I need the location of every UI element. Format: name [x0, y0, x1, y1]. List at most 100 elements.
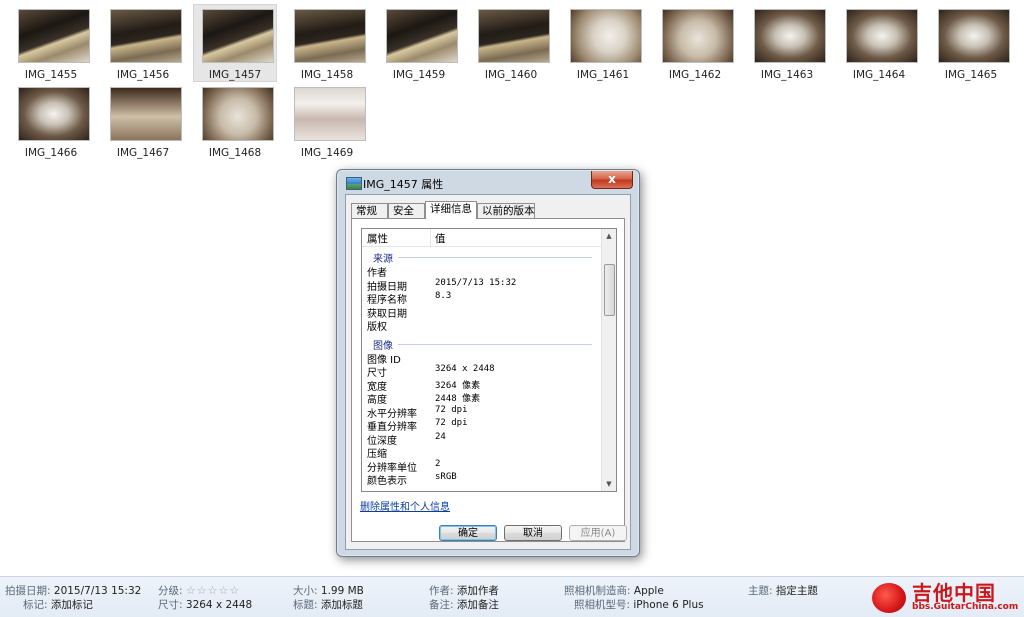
property-list[interactable]: 属性 值 来源 作者 拍摄日期 2015/7/13 15:32 程序名称 8.3 获取日期版… [361, 228, 617, 492]
property-value[interactable]: sRGB [435, 472, 457, 482]
remove-properties-link[interactable]: 删除属性和个人信息 [360, 498, 450, 513]
property-row[interactable]: 颜色表示 sRGB [362, 472, 602, 487]
property-row[interactable]: 图像 ID [362, 351, 602, 366]
file-name[interactable]: IMG_1466 [5, 147, 97, 159]
detail-rating: 分级: ☆☆☆☆☆ [158, 584, 241, 597]
laptop-photo-image[interactable] [294, 9, 366, 63]
wrap-photo-image[interactable] [846, 9, 918, 63]
file-thumbnail[interactable]: IMG_1455 [10, 5, 92, 81]
detail-dimensions: 尺寸: 3264 x 2448 [158, 599, 253, 611]
property-row[interactable]: 压缩 [362, 445, 602, 460]
column-divider[interactable] [430, 229, 431, 246]
file-thumbnail[interactable]: IMG_1469 [286, 83, 368, 159]
cancel-button[interactable]: 取消 [504, 525, 562, 541]
laptop-photo-image[interactable] [202, 9, 274, 63]
file-name[interactable]: IMG_1455 [5, 69, 97, 81]
group-label: 图像 [373, 340, 393, 352]
details-panel: 属性 值 来源 作者 拍摄日期 2015/7/13 15:32 程序名称 8.3 获取日期版… [351, 218, 625, 542]
file-thumbnail[interactable]: IMG_1467 [102, 83, 184, 159]
file-thumbnail[interactable]: IMG_1464 [838, 5, 920, 81]
file-name[interactable]: IMG_1461 [557, 69, 649, 81]
file-name[interactable]: IMG_1457 [189, 69, 281, 81]
scroll-thumb[interactable] [604, 264, 615, 316]
file-thumbnail[interactable]: IMG_1459 [378, 5, 460, 81]
property-name: 版权 [367, 322, 387, 333]
list-scrollbar[interactable]: ▲ ▼ [601, 229, 616, 491]
file-thumbnail[interactable]: IMG_1461 [562, 5, 644, 81]
property-row[interactable]: 位深度 24 [362, 432, 602, 447]
column-header-property[interactable]: 属性 [367, 231, 388, 246]
package-photo-image[interactable] [110, 87, 182, 141]
scroll-down-icon[interactable]: ▼ [602, 477, 616, 491]
laptop-photo-image[interactable] [110, 9, 182, 63]
property-row[interactable]: 分辨率单位 2 [362, 459, 602, 474]
file-thumbnail[interactable]: IMG_1456 [102, 5, 184, 81]
property-row[interactable]: 作者 [362, 264, 602, 279]
property-value[interactable]: 72 dpi [435, 418, 468, 428]
property-value[interactable]: 3264 x 2448 [435, 364, 495, 374]
tab-security[interactable]: 安全 [388, 203, 425, 218]
laptop-photo-image[interactable] [386, 9, 458, 63]
column-header-value[interactable]: 值 [435, 231, 446, 246]
property-value[interactable]: 8.3 [435, 291, 451, 301]
box-photo-image[interactable] [662, 9, 734, 63]
file-name[interactable]: IMG_1458 [281, 69, 373, 81]
close-button[interactable]: x [591, 171, 633, 189]
rating-stars-icon[interactable]: ☆☆☆☆☆ [186, 584, 240, 597]
file-name[interactable]: IMG_1463 [741, 69, 833, 81]
file-name[interactable]: IMG_1459 [373, 69, 465, 81]
file-thumbnail[interactable]: IMG_1458 [286, 5, 368, 81]
box-photo-image[interactable] [570, 9, 642, 63]
laptop-photo-image[interactable] [478, 9, 550, 63]
wrap-photo-image[interactable] [18, 87, 90, 141]
wrap-photo-image[interactable] [938, 9, 1010, 63]
property-row[interactable]: 高度 2448 像素 [362, 391, 602, 406]
property-value[interactable]: 2 [435, 459, 440, 469]
property-value[interactable]: 3264 像素 [435, 378, 480, 391]
property-row[interactable]: 水平分辨率 72 dpi [362, 405, 602, 420]
file-name[interactable]: IMG_1469 [281, 147, 373, 159]
detail-comment: 备注: 添加备注 [429, 599, 499, 611]
file-thumbnail[interactable]: IMG_1468 [194, 83, 276, 159]
property-row[interactable]: 程序名称 8.3 [362, 291, 602, 306]
scroll-up-icon[interactable]: ▲ [602, 229, 616, 243]
file-thumbnail[interactable]: IMG_1462 [654, 5, 736, 81]
box-photo-image[interactable] [202, 87, 274, 141]
file-name[interactable]: IMG_1460 [465, 69, 557, 81]
file-thumbnail[interactable]: IMG_1463 [746, 5, 828, 81]
label-photo-image[interactable] [294, 87, 366, 141]
tab-previous-versions[interactable]: 以前的版本 [477, 203, 535, 218]
property-row[interactable]: 拍摄日期 2015/7/13 15:32 [362, 278, 602, 293]
tab-details[interactable]: 详细信息 [425, 201, 477, 219]
tab-general[interactable]: 常规 [351, 203, 388, 218]
file-thumbnail[interactable]: IMG_1457 [193, 4, 277, 82]
file-thumbnail[interactable]: IMG_1465 [930, 5, 1012, 81]
property-row[interactable]: 版权 [362, 318, 602, 333]
file-thumbnail[interactable]: IMG_1466 [10, 83, 92, 159]
apply-button[interactable]: 应用(A) [569, 525, 627, 541]
file-name[interactable]: IMG_1462 [649, 69, 741, 81]
file-name[interactable]: IMG_1464 [833, 69, 925, 81]
file-name[interactable]: IMG_1456 [97, 69, 189, 81]
property-row[interactable]: 尺寸 3264 x 2448 [362, 364, 602, 379]
property-row[interactable]: 获取日期 [362, 305, 602, 320]
detail-camera-maker: 照相机制造商: Apple [564, 585, 664, 597]
property-rows: 来源 作者 拍摄日期 2015/7/13 15:32 程序名称 8.3 获取日期版权图像 图像… [362, 248, 602, 487]
file-name[interactable]: IMG_1468 [189, 147, 281, 159]
file-thumbnail[interactable]: IMG_1460 [470, 5, 552, 81]
property-group: 来源 [362, 248, 602, 265]
laptop-photo-image[interactable] [18, 9, 90, 63]
file-name[interactable]: IMG_1467 [97, 147, 189, 159]
file-name[interactable]: IMG_1465 [925, 69, 1017, 81]
ok-button[interactable]: 确定 [439, 525, 497, 541]
property-row[interactable]: 宽度 3264 像素 [362, 378, 602, 393]
property-value[interactable]: 2448 像素 [435, 391, 480, 404]
wrap-photo-image[interactable] [754, 9, 826, 63]
dialog-titlebar[interactable]: IMG_1457 属性 x [337, 170, 639, 194]
property-value[interactable]: 72 dpi [435, 405, 468, 415]
dialog-client: 常规 安全 详细信息 以前的版本 属性 值 来源 作者 拍摄日期 2015/7/13 … [345, 194, 631, 550]
property-value[interactable]: 2015/7/13 15:32 [435, 278, 516, 288]
property-value[interactable]: 24 [435, 432, 446, 442]
file-grid: IMG_1455 IMG_1456 IMG_1457 IMG_1458 IMG_1459… [0, 0, 1024, 170]
property-row[interactable]: 垂直分辨率 72 dpi [362, 418, 602, 433]
